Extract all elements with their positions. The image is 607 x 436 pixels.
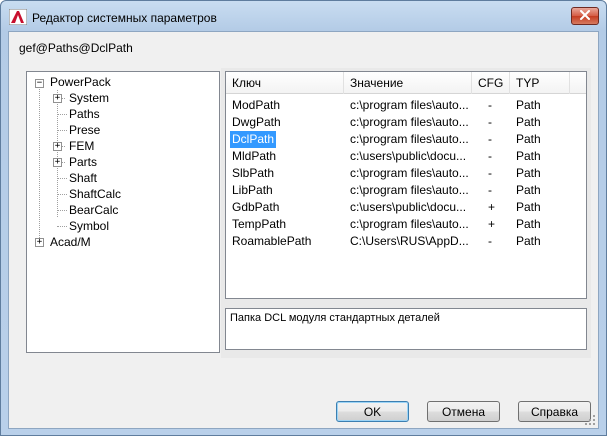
list-header: Ключ Значение CFG TYP [226, 72, 586, 94]
cell-cfg: - [488, 149, 492, 163]
cell-key: GdbPath [232, 200, 280, 214]
list-row-modpath[interactable]: ModPath c:\program files\auto... - Path [226, 97, 586, 114]
cell-cfg: + [488, 200, 496, 214]
close-button[interactable] [571, 7, 599, 25]
cell-cfg: - [488, 132, 492, 146]
tree-item-shaft[interactable]: Shaft [69, 170, 97, 186]
tree-item-fem[interactable]: FEM [69, 138, 94, 154]
cell-key: MldPath [232, 149, 277, 163]
tree-guide-line [57, 226, 67, 227]
tree-expand-toggle[interactable]: + [35, 238, 44, 247]
window-title: Редактор системных параметров [32, 11, 217, 25]
cell-value: C:\Users\RUS\AppD... [350, 234, 469, 248]
list-row-libpath[interactable]: LibPath c:\program files\auto... - Path [226, 182, 586, 199]
cell-value: c:\program files\auto... [350, 166, 469, 180]
list-row-dwgpath[interactable]: DwgPath c:\program files\auto... - Path [226, 114, 586, 131]
tree-expand-toggle[interactable]: + [53, 94, 62, 103]
cell-typ: Path [516, 132, 541, 146]
list-row-gdbpath[interactable]: GdbPath c:\users\public\docu... + Path [226, 199, 586, 216]
close-icon [579, 9, 591, 23]
column-header-value[interactable]: Значение [344, 72, 472, 94]
cell-value: c:\users\public\docu... [350, 149, 467, 163]
cell-cfg: - [488, 98, 492, 112]
cell-key: DwgPath [232, 115, 281, 129]
column-header-key[interactable]: Ключ [226, 72, 344, 94]
cell-typ: Path [516, 98, 541, 112]
cell-value: c:\program files\auto... [350, 183, 469, 197]
tree-item-parts[interactable]: Parts [69, 154, 97, 170]
dialog-client-area: gef@Paths@DclPath − PowerPack + System P… [8, 31, 599, 429]
tree-guide-line [57, 90, 58, 217]
parameters-panel: Ключ Значение CFG TYP ModPath c:\program … [221, 68, 591, 358]
cancel-button[interactable]: Отмена [427, 401, 500, 422]
parameter-path-label: gef@Paths@DclPath [19, 41, 133, 55]
tree-item-acadm[interactable]: Acad/M [50, 234, 91, 250]
tree-item-prese[interactable]: Prese [69, 122, 100, 138]
cell-typ: Path [516, 115, 541, 129]
cell-cfg: - [488, 234, 492, 248]
tree-item-paths[interactable]: Paths [69, 106, 100, 122]
parameters-list[interactable]: Ключ Значение CFG TYP ModPath c:\program … [225, 71, 587, 299]
tree-expand-toggle[interactable]: + [53, 158, 62, 167]
cell-key: DclPath [230, 131, 277, 148]
tree-guide-line [57, 194, 67, 195]
cell-value: c:\program files\auto... [350, 115, 469, 129]
tree-expand-toggle[interactable]: + [53, 142, 62, 151]
tree-collapse-toggle[interactable]: − [35, 79, 44, 88]
dialog-window: Редактор системных параметров gef@Paths@… [0, 0, 607, 436]
tree-item-powerpack[interactable]: PowerPack [50, 74, 111, 90]
tree-guide-line [57, 210, 67, 211]
tree-item-symbol[interactable]: Symbol [69, 218, 109, 234]
tree-guide-line [39, 82, 40, 238]
cell-key: SlbPath [232, 166, 275, 180]
list-row-temppath[interactable]: TempPath c:\program files\auto... + Path [226, 216, 586, 233]
list-row-mldpath[interactable]: MldPath c:\users\public\docu... - Path [226, 148, 586, 165]
cell-value: c:\users\public\docu... [350, 200, 467, 214]
description-box[interactable]: Папка DCL модуля стандартных деталей [225, 308, 587, 350]
tree-guide-line [57, 178, 67, 179]
cell-key: TempPath [232, 217, 287, 231]
help-button[interactable]: Справка [518, 401, 591, 422]
tree-item-bearcalc[interactable]: BearCalc [69, 202, 118, 218]
category-tree[interactable]: − PowerPack + System Paths Prese + FEM +… [26, 71, 220, 353]
cell-cfg: - [488, 183, 492, 197]
list-row-slbpath[interactable]: SlbPath c:\program files\auto... - Path [226, 165, 586, 182]
cell-typ: Path [516, 149, 541, 163]
cell-typ: Path [516, 183, 541, 197]
cell-typ: Path [516, 234, 541, 248]
list-row-dclpath[interactable]: DclPath c:\program files\auto... - Path [226, 131, 586, 148]
cell-typ: Path [516, 166, 541, 180]
cell-key: LibPath [232, 183, 273, 197]
tree-item-system[interactable]: System [69, 90, 109, 106]
cell-cfg: - [488, 115, 492, 129]
cell-typ: Path [516, 200, 541, 214]
cell-key: RoamablePath [232, 234, 312, 248]
cell-value: c:\program files\auto... [350, 98, 469, 112]
column-header-filler [570, 72, 586, 94]
cell-typ: Path [516, 217, 541, 231]
tree-item-shaftcalc[interactable]: ShaftCalc [69, 186, 121, 202]
autocad-app-icon [8, 8, 28, 26]
cell-cfg: - [488, 166, 492, 180]
column-header-typ[interactable]: TYP [510, 72, 570, 94]
tree-guide-line [57, 130, 67, 131]
cell-value: c:\program files\auto... [350, 132, 469, 146]
resize-grip-icon[interactable] [584, 414, 596, 426]
cell-cfg: + [488, 217, 496, 231]
tree-guide-line [57, 114, 67, 115]
ok-button[interactable]: OK [336, 401, 409, 422]
cell-value: c:\program files\auto... [350, 217, 469, 231]
title-bar[interactable]: Редактор системных параметров [1, 1, 606, 33]
cell-key: ModPath [232, 98, 281, 112]
list-row-roamablepath[interactable]: RoamablePath C:\Users\RUS\AppD... - Path [226, 233, 586, 250]
column-header-cfg[interactable]: CFG [472, 72, 510, 94]
